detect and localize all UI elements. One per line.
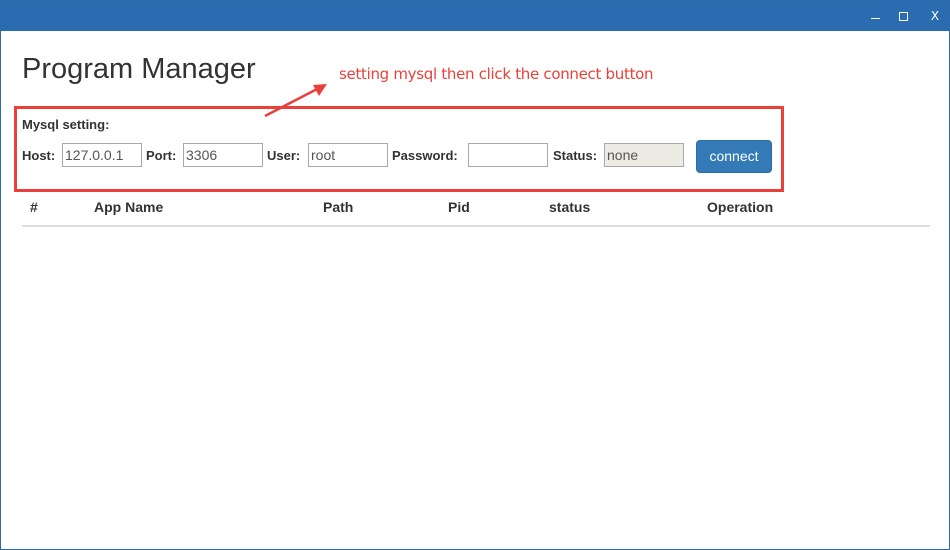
status-field bbox=[604, 143, 684, 167]
mysql-setting-label: Mysql setting: bbox=[22, 117, 110, 132]
maximize-icon[interactable] bbox=[887, 1, 919, 31]
status-label: Status: bbox=[553, 148, 598, 163]
annotation-text: setting mysql then click the connect but… bbox=[339, 65, 654, 83]
page-title: Program Manager bbox=[22, 53, 256, 85]
column-header-path: Path bbox=[323, 199, 354, 215]
connect-button[interactable]: connect bbox=[696, 140, 772, 173]
close-button[interactable]: X bbox=[919, 1, 950, 31]
port-label: Port: bbox=[146, 148, 177, 163]
title-bar: X bbox=[1, 1, 949, 31]
host-label: Host: bbox=[22, 148, 56, 163]
port-input[interactable] bbox=[183, 143, 263, 167]
app-window: X Program Manager setting mysql then cli… bbox=[0, 0, 950, 550]
password-input[interactable] bbox=[468, 143, 548, 167]
column-header-app-name: App Name bbox=[94, 199, 164, 215]
app-table-header: # App Name Path Pid status Operation bbox=[22, 191, 930, 227]
user-input[interactable] bbox=[308, 143, 388, 167]
password-label: Password: bbox=[392, 148, 458, 163]
column-header-pid: Pid bbox=[448, 199, 470, 215]
user-label: User: bbox=[267, 148, 301, 163]
host-input[interactable] bbox=[62, 143, 142, 167]
column-header-status: status bbox=[549, 199, 591, 215]
column-header-number: # bbox=[30, 199, 38, 215]
column-header-operation: Operation bbox=[707, 199, 774, 215]
